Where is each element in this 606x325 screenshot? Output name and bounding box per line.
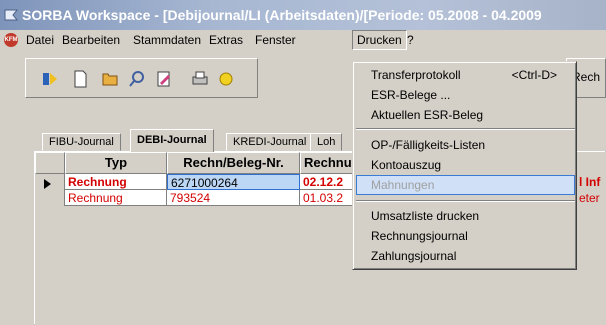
menu-item-kontoauszug[interactable]: Kontoauszug (356, 155, 575, 175)
menu-separator (356, 200, 575, 202)
menu-item-label: Transferprotokoll (371, 68, 461, 82)
menu-datei[interactable]: Datei (22, 30, 58, 50)
table-cell-datum[interactable]: 01.03.2 (300, 190, 360, 206)
new-document-icon[interactable] (70, 69, 90, 89)
menu-bar: KFM Datei Bearbeiten Stammdaten Extras F… (0, 30, 606, 50)
menu-item-rechnungsjournal[interactable]: Rechnungsjournal (356, 226, 575, 246)
toolbar-panel (25, 58, 258, 98)
menu-item-mahnungen[interactable]: Mahnungen (356, 175, 575, 195)
menu-item-zahlungsjournal[interactable]: Zahlungsjournal (356, 246, 575, 266)
help-icon[interactable] (216, 69, 236, 89)
menu-item-esr-belege[interactable]: ESR-Belege ... (356, 85, 575, 105)
table-cell-beleg-nr[interactable]: 793524 (167, 190, 300, 206)
table-cell-extra[interactable]: l Inf (579, 175, 600, 189)
menu-stammdaten[interactable]: Stammdaten (129, 30, 205, 50)
print-icon[interactable] (190, 69, 210, 89)
edit-icon[interactable] (154, 69, 174, 89)
column-header-rechnung[interactable]: Rechnu (300, 152, 360, 174)
tab-debi-journal[interactable]: DEBI-Journal (130, 129, 214, 152)
app-icon (4, 9, 18, 21)
menu-item-aktuellen-esr-beleg[interactable]: Aktuellen ESR-Beleg (356, 105, 575, 125)
row-selector-header (35, 152, 65, 174)
current-row-pointer-icon (44, 179, 51, 189)
menu-item-label: Rechnungsjournal (371, 229, 468, 243)
menu-fenster[interactable]: Fenster (251, 30, 300, 50)
search-icon[interactable] (127, 69, 147, 89)
menu-item-label: ESR-Belege ... (371, 88, 451, 102)
menu-extras[interactable]: Extras (205, 30, 247, 50)
menu-item-umsatzliste-drucken[interactable]: Umsatzliste drucken (356, 206, 575, 226)
window-title: SORBA Workspace - [Debijournal/LI (Arbei… (22, 7, 542, 23)
folder-icon[interactable] (100, 69, 120, 89)
menu-drucken[interactable]: Drucken (352, 30, 407, 50)
table-cell-extra[interactable]: eter (579, 191, 600, 205)
table-cell-beleg-nr[interactable]: 6271000264 (167, 174, 300, 190)
title-bar: SORBA Workspace - [Debijournal/LI (Arbei… (0, 0, 606, 30)
menu-item-label: Mahnungen (371, 178, 435, 192)
column-header-beleg-nr[interactable]: Rechn/Beleg-Nr. (167, 152, 300, 174)
table-cell-typ[interactable]: Rechnung (65, 190, 167, 206)
table-cell-typ[interactable]: Rechnung (65, 174, 167, 190)
menu-item-label: Umsatzliste drucken (371, 209, 480, 223)
run-icon[interactable] (40, 69, 60, 89)
table-cell-datum[interactable]: 02.12.2 (300, 174, 360, 190)
column-header-typ[interactable]: Typ (65, 152, 167, 174)
row-selector[interactable] (35, 190, 65, 206)
menu-item-label: Kontoauszug (371, 158, 442, 172)
menu-item-shortcut: <Ctrl-D> (511, 68, 557, 82)
menu-item-op-faelligkeits-listen[interactable]: OP-/Fälligkeits-Listen (356, 135, 575, 155)
menu-item-label: Aktuellen ESR-Beleg (371, 108, 484, 122)
menu-separator (356, 128, 575, 130)
menu-item-transferprotokoll[interactable]: Transferprotokoll <Ctrl-D> (356, 65, 575, 85)
drucken-menu: Transferprotokoll <Ctrl-D> ESR-Belege ..… (352, 61, 577, 270)
menu-item-label: Zahlungsjournal (371, 249, 457, 263)
menu-item-label: OP-/Fälligkeits-Listen (371, 138, 486, 152)
tab-lohn[interactable]: Loh (310, 133, 343, 151)
tab-fibu-journal[interactable]: FIBU-Journal (42, 133, 121, 151)
menu-help[interactable]: ? (403, 30, 418, 50)
menu-bearbeiten[interactable]: Bearbeiten (58, 30, 124, 50)
tab-kredi-journal[interactable]: KREDI-Journal (226, 133, 314, 151)
kfm-logo-icon[interactable]: KFM (4, 33, 18, 47)
